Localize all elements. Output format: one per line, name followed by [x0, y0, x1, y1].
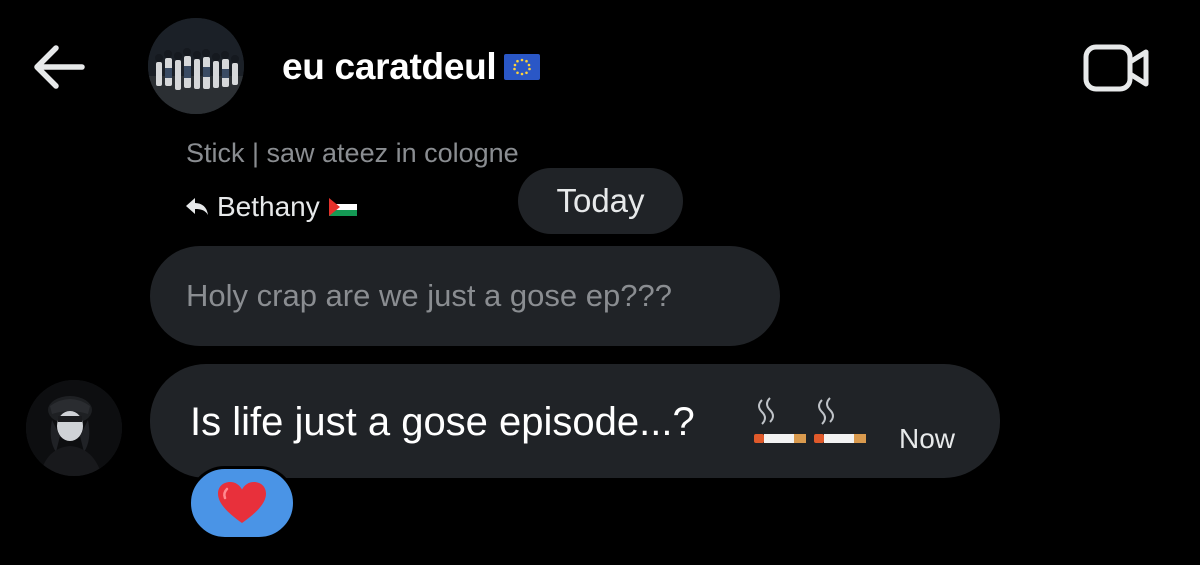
message-text: Is life just a gose episode...?	[190, 400, 695, 444]
message-timestamp: Now	[898, 423, 955, 454]
conversation-avatar[interactable]	[148, 18, 244, 114]
cigarette-emoji	[754, 397, 806, 443]
message-bubble[interactable]: Is life just a gose episode...? Now	[150, 364, 1000, 478]
red-heart-icon	[218, 482, 266, 523]
sender-photo-image	[26, 380, 122, 476]
back-button[interactable]	[30, 42, 88, 92]
palestine-flag-icon	[328, 198, 357, 216]
group-photo-image	[148, 18, 244, 114]
sender-avatar[interactable]	[26, 380, 122, 476]
eu-flag-icon	[504, 54, 541, 80]
reply-author-name: Bethany	[217, 191, 320, 222]
reply-author: Bethany	[186, 188, 357, 226]
video-camera-icon	[1083, 44, 1149, 92]
reply-arrow-icon	[186, 198, 208, 215]
dm-conversation-screen: eu caratdeul Stick | saw ateez in cologn…	[0, 0, 1200, 565]
date-divider: Today	[518, 168, 683, 234]
video-call-button[interactable]	[1082, 42, 1152, 94]
cigarette-emoji	[814, 397, 866, 443]
heart-reaction[interactable]	[188, 466, 296, 540]
conversation-title[interactable]: eu caratdeul	[282, 44, 541, 90]
conversation-name: eu caratdeul	[282, 46, 497, 87]
replied-to-context: Stick | saw ateez in cologne	[186, 138, 519, 168]
cigarette-emojis	[754, 397, 866, 443]
arrow-left-icon	[34, 45, 85, 89]
quoted-message[interactable]: Holy crap are we just a gose ep???	[150, 246, 780, 346]
quoted-message-text: Holy crap are we just a gose ep???	[186, 278, 672, 313]
